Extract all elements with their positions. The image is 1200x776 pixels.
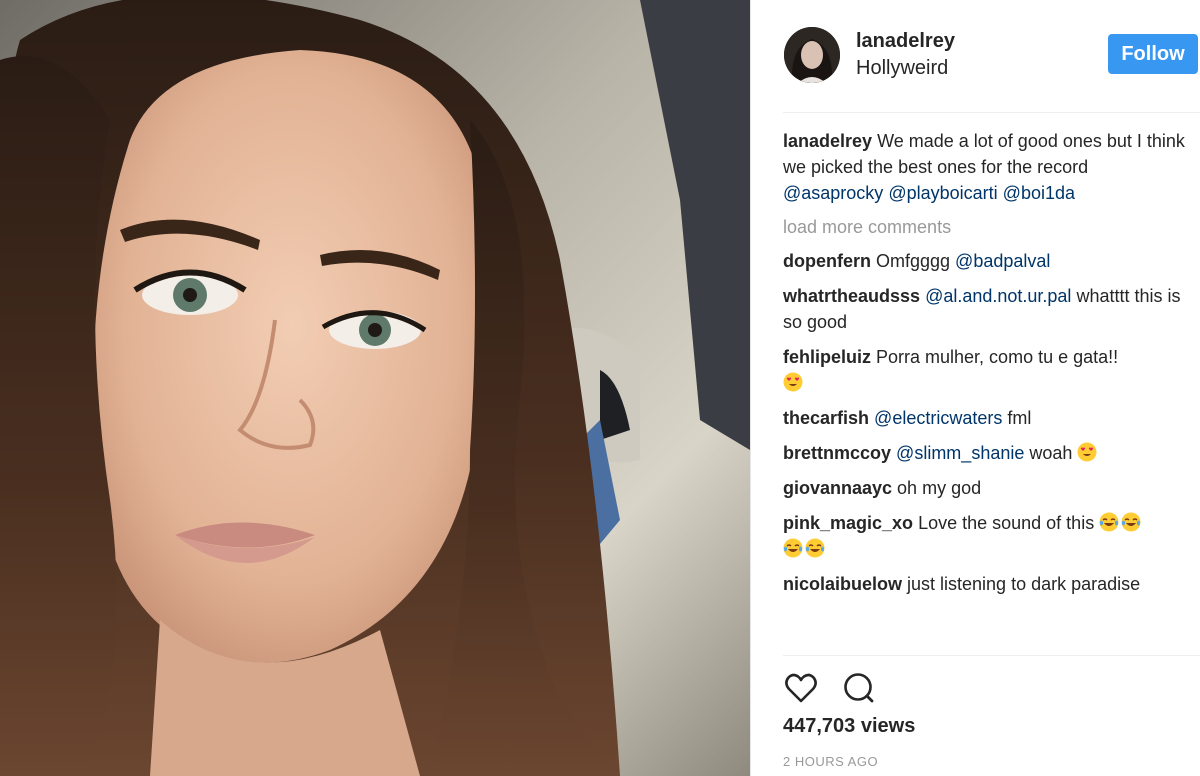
profile-photo-icon (784, 27, 840, 83)
post-location[interactable]: Hollyweird (856, 57, 948, 80)
tears-of-joy-emoji-icon (1099, 512, 1119, 532)
comment-text: woah (1024, 443, 1073, 463)
comment-mention[interactable]: @al.and.not.ur.pal (925, 286, 1071, 306)
avatar[interactable] (784, 27, 840, 83)
tears-of-joy-emoji-icon (783, 538, 803, 558)
comment-text: Love the sound of this (913, 513, 1095, 533)
comment-username[interactable]: brettnmccoy (783, 443, 891, 463)
post-side-panel: lanadelrey Hollyweird Follow lanadelrey … (751, 0, 1200, 776)
tears-of-joy-emoji-icon (805, 538, 825, 558)
actions-divider (783, 655, 1200, 656)
tears-of-joy-emoji-icon (1121, 512, 1141, 532)
post-photo[interactable] (0, 0, 750, 776)
comment-text: fml (1002, 408, 1032, 428)
comment-mention[interactable]: @badpalval (955, 251, 1050, 271)
heart-eyes-emoji-icon (783, 372, 803, 392)
comment-item: thecarfish @electricwaters fml (783, 405, 1200, 431)
comment-username[interactable]: fehlipeluiz (783, 347, 871, 367)
view-count[interactable]: 447,703 views (783, 715, 915, 738)
comment-mention[interactable]: @electricwaters (874, 408, 1002, 428)
instagram-post: lanadelrey Hollyweird Follow lanadelrey … (0, 0, 1200, 776)
comment-username[interactable]: nicolaibuelow (783, 574, 902, 594)
comment-username[interactable]: dopenfern (783, 251, 871, 271)
comment-text: just listening to dark paradise (902, 574, 1141, 594)
load-more-comments-link[interactable]: load more comments (783, 214, 1200, 240)
caption-username[interactable]: lanadelrey (783, 131, 872, 151)
comment-text: Omfgggg (871, 251, 956, 271)
heart-icon[interactable] (783, 670, 819, 706)
caption: lanadelrey We made a lot of good ones bu… (783, 128, 1200, 206)
caption-mention[interactable]: @asaprocky (783, 183, 883, 203)
post-header: lanadelrey Hollyweird Follow (751, 0, 1200, 112)
header-divider (783, 112, 1200, 113)
comment-text: oh my god (892, 478, 982, 498)
comments-list: lanadelrey We made a lot of good ones bu… (783, 128, 1200, 606)
comment-bubble-icon[interactable] (841, 670, 877, 706)
comment-item: giovannaayc oh my god (783, 475, 1200, 501)
comment-item: nicolaibuelow just listening to dark par… (783, 571, 1200, 597)
comment-mention[interactable]: @slimm_shanie (896, 443, 1024, 463)
caption-mention[interactable]: @boi1da (1003, 183, 1075, 203)
comment-username[interactable]: pink_magic_xo (783, 513, 913, 533)
follow-button[interactable]: Follow (1108, 34, 1198, 74)
comment-text: Porra mulher, como tu e gata!! (871, 347, 1119, 367)
comment-username[interactable]: whatrtheaudsss (783, 286, 920, 306)
comment-item: fehlipeluiz Porra mulher, como tu e gata… (783, 344, 1200, 396)
comment-username[interactable]: giovannaayc (783, 478, 892, 498)
selfie-photo-illustration (0, 0, 750, 776)
comment-username[interactable]: thecarfish (783, 408, 869, 428)
heart-eyes-emoji-icon (1077, 442, 1097, 462)
comment-item: whatrtheaudsss @al.and.not.ur.pal whattt… (783, 283, 1200, 335)
comment-item: brettnmccoy @slimm_shanie woah (783, 440, 1200, 466)
post-timestamp[interactable]: 2 HOURS AGO (783, 754, 878, 769)
comment-item: dopenfern Omfgggg @badpalval (783, 248, 1200, 274)
caption-mention[interactable]: @playboicarti (888, 183, 997, 203)
comment-item: pink_magic_xo Love the sound of this (783, 510, 1200, 562)
post-username[interactable]: lanadelrey (856, 30, 955, 53)
